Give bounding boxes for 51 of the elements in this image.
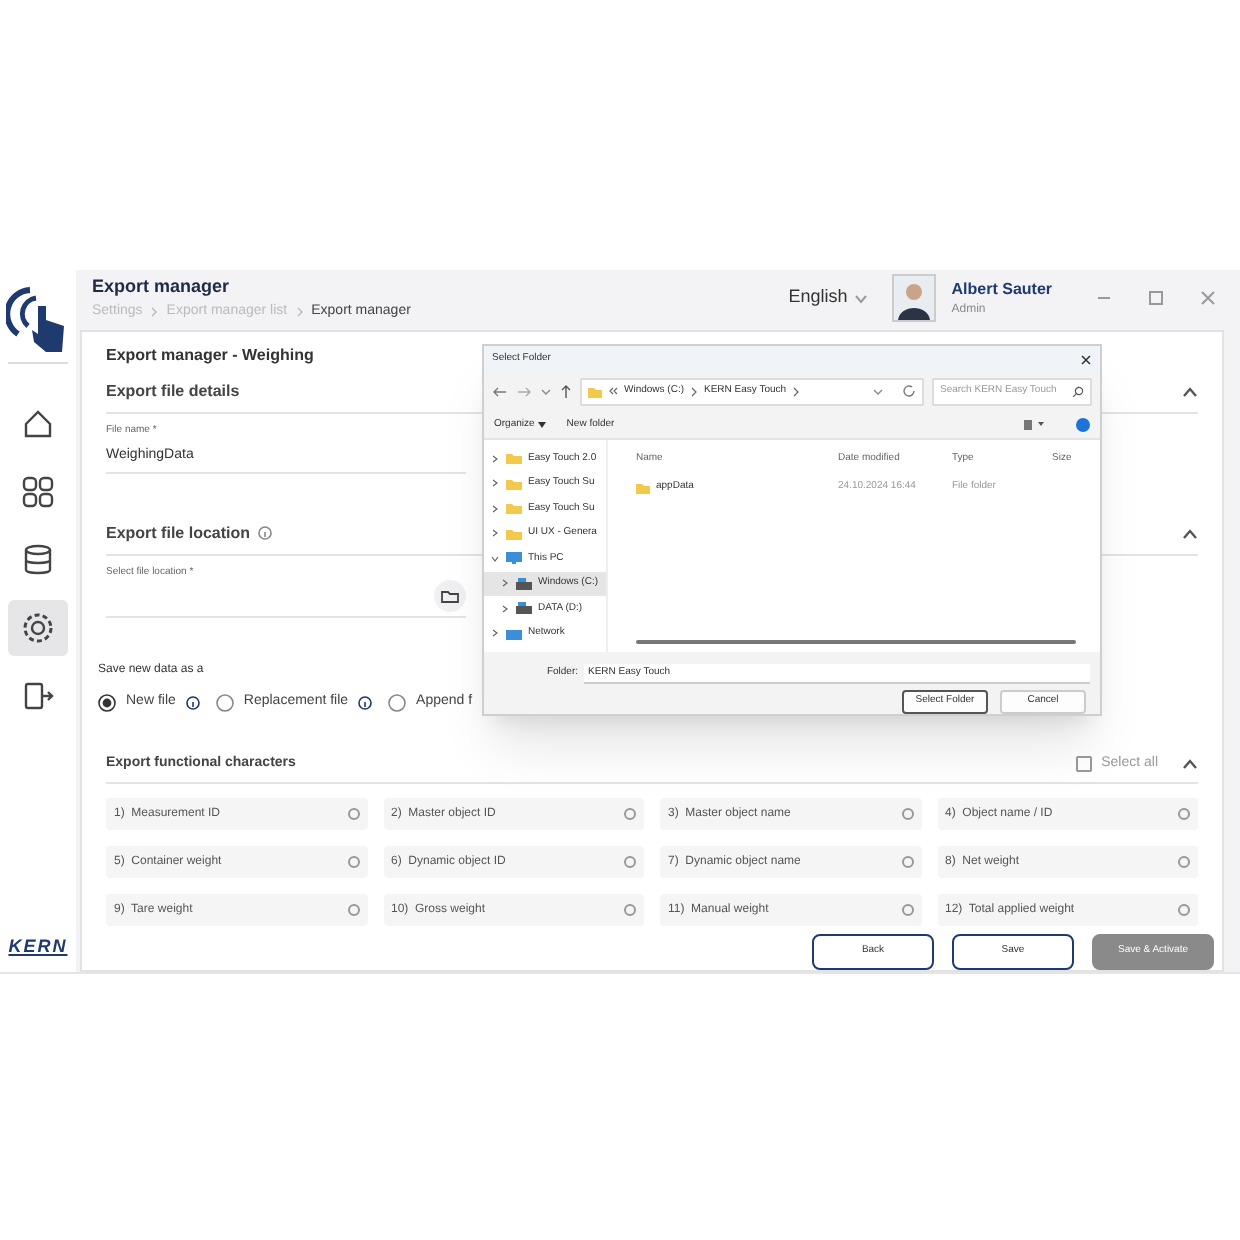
radio-button[interactable] <box>98 693 116 712</box>
help-icon[interactable] <box>1076 418 1090 433</box>
close-icon[interactable] <box>1080 354 1092 367</box>
section-heading: Export file details <box>106 380 240 404</box>
back-arrow-icon[interactable] <box>492 385 508 398</box>
caret-down-icon <box>538 422 547 429</box>
radio-button[interactable] <box>388 693 407 712</box>
up-arrow-icon[interactable] <box>560 383 572 400</box>
section-heading: Export file location <box>106 521 251 545</box>
chevron-right-icon <box>690 385 699 398</box>
maximize-icon[interactable] <box>1148 290 1164 306</box>
collapse-icon[interactable] <box>1182 386 1198 398</box>
chevron-right-icon <box>792 385 801 398</box>
chevron-right-icon <box>490 628 500 639</box>
brand-logo: KERN <box>8 933 68 959</box>
form-title: Export manager - Weighing <box>106 344 314 368</box>
drive-icon <box>516 577 532 590</box>
chevron-right-icon <box>490 528 500 539</box>
settings-icon[interactable] <box>8 600 68 656</box>
chevron-down-icon[interactable] <box>872 385 884 398</box>
chevron-right-icon <box>500 578 510 589</box>
drive-icon <box>516 602 532 615</box>
double-chevron-icon <box>608 386 618 397</box>
chevron-right-icon <box>490 503 500 514</box>
hand-touch-logo <box>6 282 70 354</box>
pc-icon <box>506 552 522 565</box>
page-title: Export manager <box>92 274 232 300</box>
info-icon <box>258 526 273 540</box>
scrollbar[interactable] <box>636 640 1076 644</box>
search-icon <box>1072 385 1084 398</box>
refresh-icon[interactable] <box>902 384 916 399</box>
radio-button[interactable] <box>215 693 234 712</box>
collapse-icon[interactable] <box>1182 527 1198 539</box>
collapse-icon[interactable] <box>1182 757 1198 770</box>
chevron-right-icon <box>490 478 500 489</box>
chevron-right-icon <box>490 453 500 464</box>
info-icon <box>185 695 200 710</box>
chevron-right-icon <box>500 603 510 614</box>
chevron-down-icon[interactable] <box>540 385 552 398</box>
folder-icon <box>636 481 650 493</box>
chevron-down-icon <box>853 293 868 303</box>
chevron-right-icon <box>295 305 304 318</box>
folder-icon <box>588 385 602 398</box>
network-icon <box>506 627 522 640</box>
chevron-right-icon <box>150 305 159 318</box>
info-icon <box>358 695 373 710</box>
chevron-down-icon <box>490 553 500 564</box>
folder-icon[interactable] <box>434 580 466 612</box>
view-options-icon[interactable] <box>1024 420 1044 431</box>
language-selector[interactable]: English <box>788 284 868 312</box>
user-name: Albert Sauter <box>951 277 1052 301</box>
